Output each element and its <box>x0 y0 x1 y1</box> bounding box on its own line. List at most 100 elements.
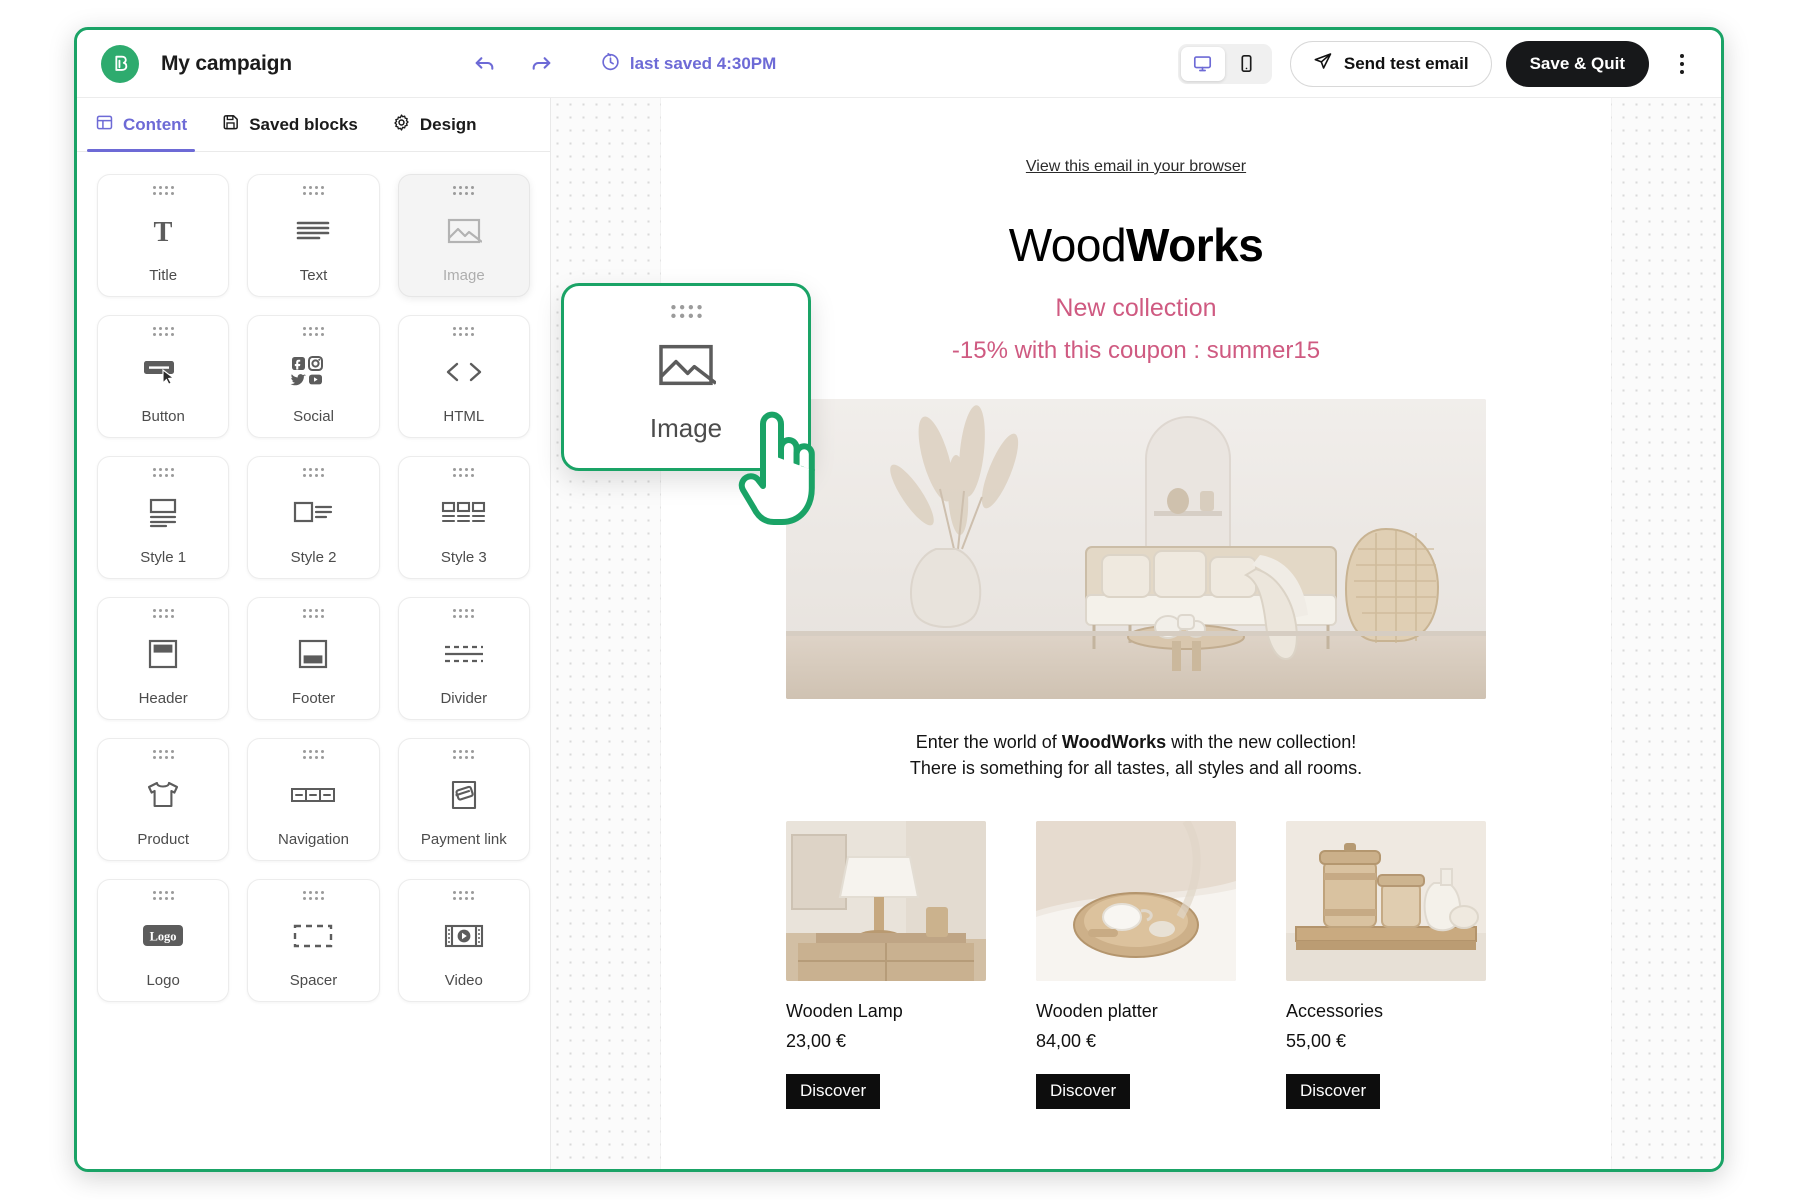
redo-arrow-icon[interactable] <box>527 49 556 78</box>
discover-button[interactable]: Discover <box>1286 1074 1381 1110</box>
drag-grip-icon[interactable] <box>302 468 324 477</box>
block-card-logo[interactable]: Logo Logo <box>97 879 230 1002</box>
email-canvas[interactable]: View this email in your browser WoodWork… <box>551 98 1721 1169</box>
mobile-phone-icon[interactable] <box>1225 47 1269 81</box>
intro-copy: Enter the world of WoodWorks with the ne… <box>661 729 1611 781</box>
wooden-lamp-photo[interactable] <box>786 821 986 982</box>
block-card-social[interactable]: Social <box>247 315 380 438</box>
history-controls <box>470 49 556 78</box>
top-toolbar: My campaign last saved 4:30PM Send test … <box>77 30 1721 98</box>
block-card-title[interactable]: T Title <box>97 174 230 297</box>
drag-grip-icon[interactable] <box>453 186 475 195</box>
brand-light-part: Wood <box>1008 219 1127 271</box>
block-card-video[interactable]: Video <box>397 879 530 1002</box>
save-and-quit-button[interactable]: Save & Quit <box>1505 40 1649 87</box>
drag-grip-icon[interactable] <box>453 609 475 618</box>
intro-before: Enter the world of <box>915 732 1062 752</box>
drag-grip-icon[interactable] <box>453 750 475 759</box>
block-card-image[interactable]: Image <box>397 174 530 297</box>
drag-grip-icon[interactable] <box>453 327 475 336</box>
floppy-disk-icon <box>221 113 240 137</box>
drag-grip-icon[interactable] <box>152 609 174 618</box>
brevo-b-logo-icon[interactable] <box>101 44 139 83</box>
product-card[interactable]: Accessories 55,00 € Discover <box>1286 821 1486 1110</box>
block-card-spacer[interactable]: Spacer <box>247 879 380 1002</box>
drag-card-label: Image <box>649 413 723 443</box>
intro-line-2: There is something for all tastes, all s… <box>909 758 1363 779</box>
wooden-platter-photo[interactable] <box>1036 821 1236 982</box>
sidebar-tabs: Content Saved blocks Design <box>77 98 550 152</box>
tab-saved-blocks-label: Saved blocks <box>249 114 358 134</box>
tab-content[interactable]: Content <box>86 98 196 152</box>
last-saved-status: last saved 4:30PM <box>600 51 776 77</box>
dashed-rectangle-icon <box>291 900 335 972</box>
divider-lines-icon <box>442 618 486 690</box>
drag-grip-icon[interactable] <box>302 327 324 336</box>
drag-grip-icon[interactable] <box>453 468 475 477</box>
drag-grip-icon[interactable] <box>670 304 702 319</box>
payment-card-icon <box>446 759 482 831</box>
desktop-monitor-icon[interactable] <box>1180 46 1225 81</box>
email-brand-title: WoodWorks <box>661 218 1611 272</box>
block-card-style-1[interactable]: Style 1 <box>97 456 230 579</box>
product-price: 84,00 € <box>1036 1031 1097 1052</box>
nav-segments-icon <box>289 759 337 831</box>
accessories-photo[interactable] <box>1286 821 1486 982</box>
kebab-menu-icon[interactable] <box>1665 43 1699 85</box>
intro-brand: WoodWorks <box>1061 732 1167 752</box>
drag-grip-icon[interactable] <box>453 891 475 900</box>
undo-arrow-icon[interactable] <box>470 49 499 78</box>
drag-grip-icon[interactable] <box>302 609 324 618</box>
block-label: Logo <box>146 972 180 989</box>
drag-grip-icon[interactable] <box>152 186 174 195</box>
block-label: Style 3 <box>440 549 487 566</box>
layout-panel-icon <box>95 113 114 137</box>
gear-icon <box>392 113 411 137</box>
block-card-button[interactable]: Button <box>97 315 230 438</box>
social-networks-icon <box>290 336 336 408</box>
tab-saved-blocks[interactable]: Saved blocks <box>221 98 358 152</box>
discover-button[interactable]: Discover <box>786 1074 881 1110</box>
product-card[interactable]: Wooden Lamp 23,00 € Discover <box>786 821 986 1110</box>
block-card-style-3[interactable]: Style 3 <box>397 456 530 579</box>
campaign-title[interactable]: My campaign <box>161 52 292 76</box>
picture-icon <box>656 316 716 413</box>
block-card-payment-link[interactable]: Payment link <box>397 738 530 861</box>
blocks-sidebar: Content Saved blocks Design T Title Text… <box>77 98 551 1169</box>
drag-grip-icon[interactable] <box>152 327 174 336</box>
style-three-columns-icon <box>440 477 488 549</box>
block-card-html[interactable]: HTML <box>397 315 530 438</box>
video-film-play-icon <box>443 900 485 972</box>
style-two-image-beside-text-icon <box>291 477 335 549</box>
tab-design[interactable]: Design <box>392 98 477 152</box>
send-test-email-button[interactable]: Send test email <box>1289 40 1492 87</box>
drag-grip-icon[interactable] <box>152 750 174 759</box>
blocks-grid: T Title Text Image Button Social HTML St… <box>77 152 550 1012</box>
view-in-browser-link[interactable]: View this email in your browser <box>661 158 1611 176</box>
code-brackets-icon <box>442 336 486 408</box>
drag-grip-icon[interactable] <box>302 750 324 759</box>
block-label: Payment link <box>420 831 507 848</box>
clock-history-icon <box>600 51 621 77</box>
block-card-text[interactable]: Text <box>247 174 380 297</box>
hero-living-room-image[interactable] <box>786 399 1486 699</box>
drag-grip-icon[interactable] <box>152 468 174 477</box>
block-card-navigation[interactable]: Navigation <box>247 738 380 861</box>
block-card-product[interactable]: Product <box>97 738 230 861</box>
block-card-divider[interactable]: Divider <box>397 597 530 720</box>
logo-badge-icon: Logo <box>138 900 188 972</box>
product-card[interactable]: Wooden platter 84,00 € Discover <box>1036 821 1236 1110</box>
button-pointer-icon <box>141 336 185 408</box>
header-bar-icon <box>146 618 180 690</box>
drag-grip-icon[interactable] <box>152 891 174 900</box>
intro-after: with the new collection! <box>1166 732 1357 752</box>
block-card-footer[interactable]: Footer <box>247 597 380 720</box>
block-card-header[interactable]: Header <box>97 597 230 720</box>
brand-bold-part: Works <box>1126 219 1264 271</box>
drag-grip-icon[interactable] <box>302 891 324 900</box>
tab-design-label: Design <box>419 114 477 134</box>
block-label: Spacer <box>289 972 338 989</box>
discover-button[interactable]: Discover <box>1036 1074 1131 1110</box>
block-card-style-2[interactable]: Style 2 <box>247 456 380 579</box>
drag-grip-icon[interactable] <box>302 186 324 195</box>
